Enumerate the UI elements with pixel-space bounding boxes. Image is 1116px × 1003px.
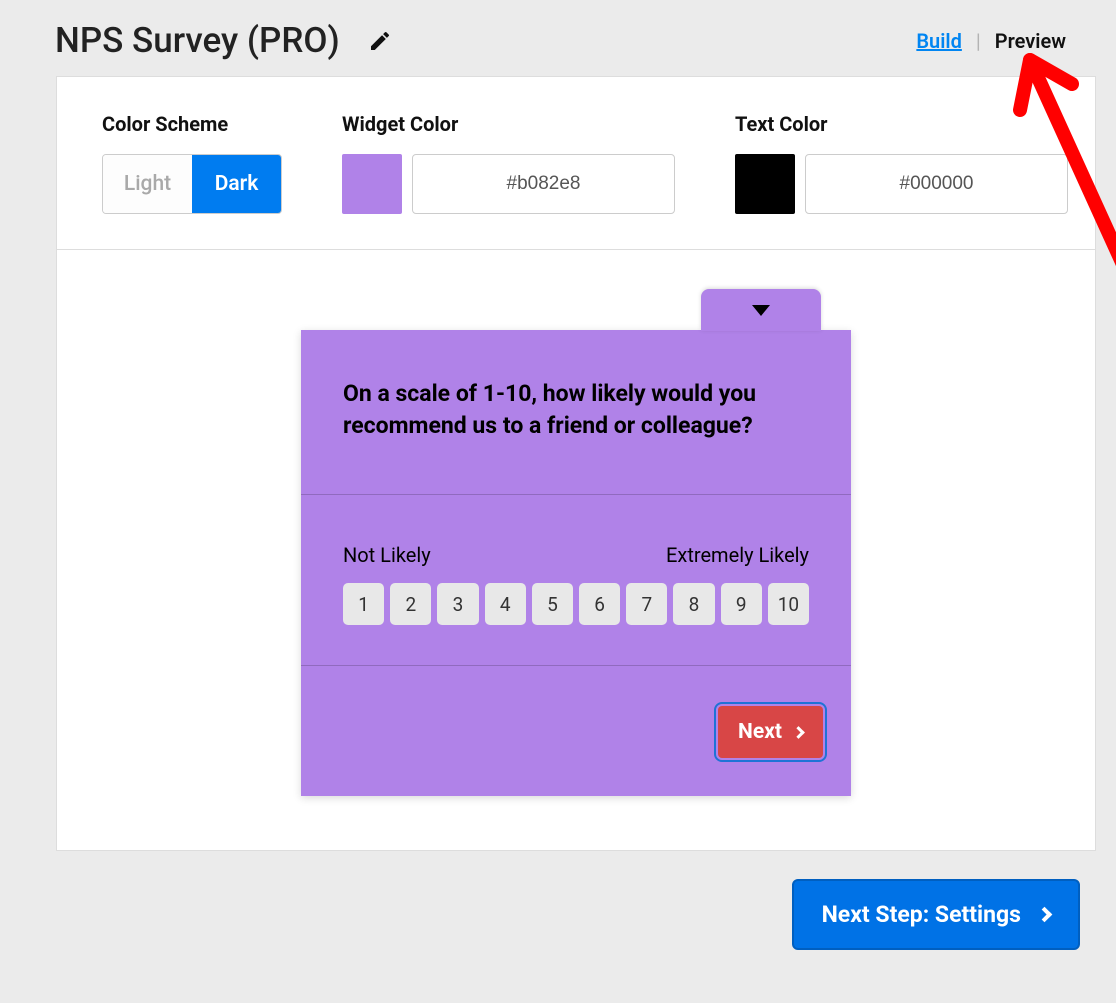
- scale-button-5[interactable]: 5: [532, 583, 573, 625]
- widget-collapse-tab[interactable]: [701, 289, 821, 331]
- preview-area: On a scale of 1-10, how likely would you…: [57, 250, 1095, 850]
- survey-widget-wrap: On a scale of 1-10, how likely would you…: [301, 330, 851, 850]
- scale-high-label: Extremely Likely: [666, 543, 809, 567]
- header-tabs: Build | Preview: [916, 29, 1066, 53]
- bottom-bar: Next Step: Settings: [0, 851, 1116, 950]
- page-header: NPS Survey (PRO) Build | Preview: [0, 0, 1116, 76]
- color-scheme-field: Color Scheme Light Dark: [102, 112, 282, 214]
- survey-widget: On a scale of 1-10, how likely would you…: [301, 330, 851, 796]
- scale-low-label: Not Likely: [343, 543, 431, 567]
- next-step-label: Next Step: Settings: [822, 901, 1021, 928]
- tab-separator: |: [976, 29, 981, 53]
- scale-endpoint-labels: Not Likely Extremely Likely: [343, 543, 809, 567]
- builder-panel: Color Scheme Light Dark Widget Color Tex…: [56, 76, 1096, 851]
- scale-button-10[interactable]: 10: [768, 583, 809, 625]
- chevron-right-icon: [1037, 907, 1053, 923]
- text-color-label: Text Color: [735, 112, 1068, 136]
- page-title: NPS Survey (PRO): [55, 20, 340, 61]
- survey-scale-section: Not Likely Extremely Likely 12345678910: [301, 495, 851, 666]
- widget-color-input[interactable]: [412, 154, 675, 214]
- text-color-field: Text Color: [735, 112, 1068, 214]
- scale-button-4[interactable]: 4: [485, 583, 526, 625]
- scale-button-9[interactable]: 9: [721, 583, 762, 625]
- scheme-option-dark[interactable]: Dark: [192, 155, 281, 213]
- scale-button-3[interactable]: 3: [437, 583, 478, 625]
- text-color-swatch[interactable]: [735, 154, 795, 214]
- chevron-right-icon: [792, 726, 805, 739]
- edit-icon[interactable]: [368, 29, 392, 53]
- scale-button-1[interactable]: 1: [343, 583, 384, 625]
- scale-buttons-row: 12345678910: [343, 583, 809, 625]
- scale-button-7[interactable]: 7: [626, 583, 667, 625]
- scale-button-8[interactable]: 8: [673, 583, 714, 625]
- color-scheme-toggle: Light Dark: [102, 154, 282, 214]
- scale-button-2[interactable]: 2: [390, 583, 431, 625]
- caret-down-icon: [752, 305, 770, 316]
- tab-build[interactable]: Build: [916, 29, 962, 53]
- widget-color-swatch[interactable]: [342, 154, 402, 214]
- widget-color-label: Widget Color: [342, 112, 675, 136]
- color-scheme-label: Color Scheme: [102, 112, 282, 136]
- survey-widget-footer: Next: [301, 666, 851, 796]
- style-toolbar: Color Scheme Light Dark Widget Color Tex…: [57, 77, 1095, 250]
- survey-next-button[interactable]: Next: [718, 706, 823, 758]
- tab-preview[interactable]: Preview: [995, 29, 1066, 53]
- survey-question: On a scale of 1-10, how likely would you…: [301, 330, 851, 495]
- next-step-button[interactable]: Next Step: Settings: [792, 879, 1080, 950]
- widget-color-field: Widget Color: [342, 112, 675, 214]
- scheme-option-light[interactable]: Light: [103, 155, 192, 213]
- survey-next-label: Next: [738, 720, 782, 744]
- scale-button-6[interactable]: 6: [579, 583, 620, 625]
- text-color-input[interactable]: [805, 154, 1068, 214]
